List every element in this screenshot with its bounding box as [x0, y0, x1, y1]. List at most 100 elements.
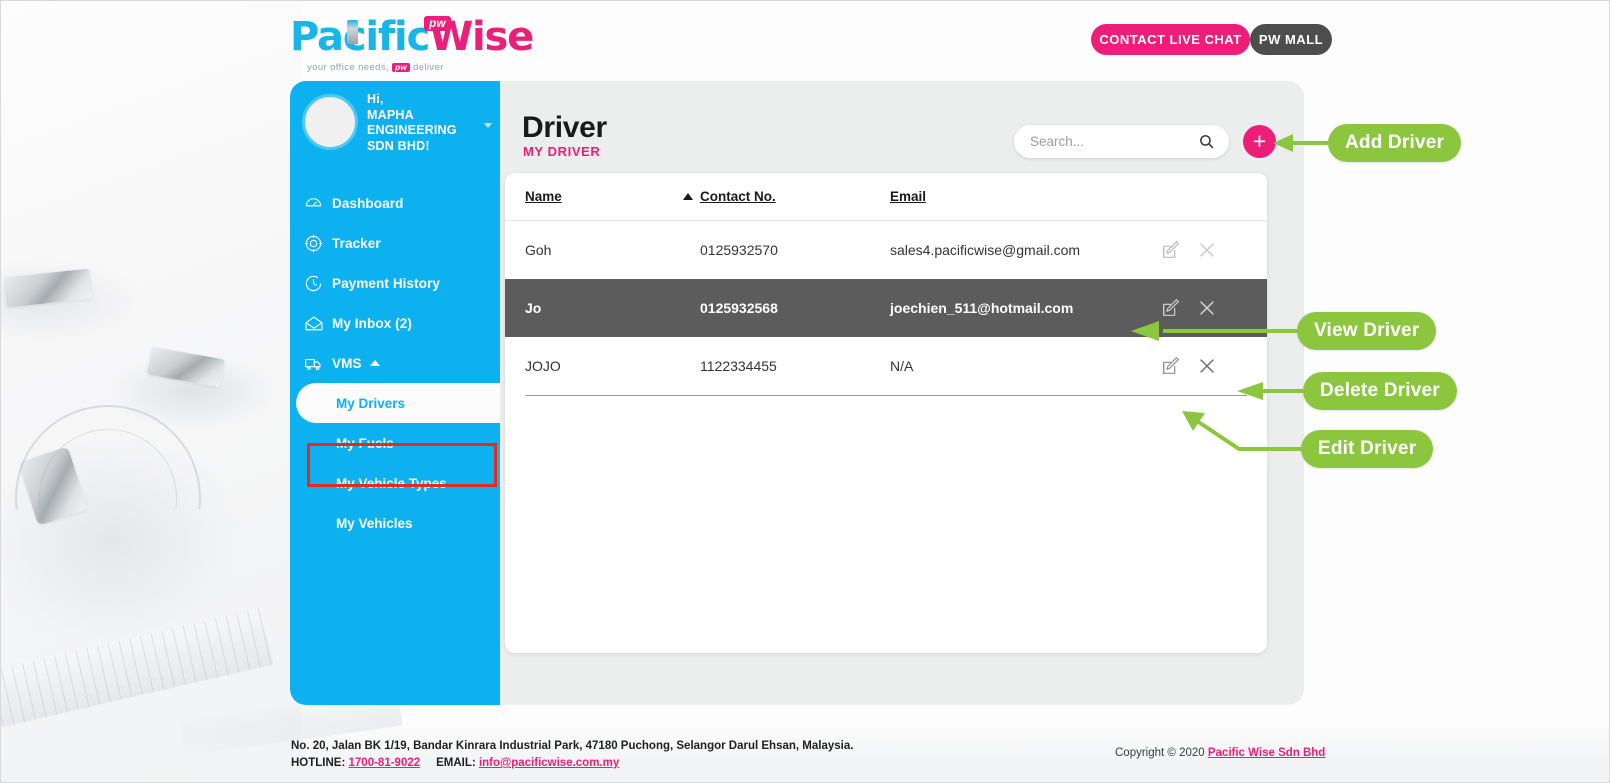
- cell-contact: 0125932570: [700, 242, 778, 258]
- footer-address: No. 20, Jalan BK 1/19, Bandar Kinrara In…: [291, 740, 854, 752]
- sort-asc-icon: [683, 192, 693, 200]
- close-icon[interactable]: [1196, 239, 1218, 261]
- tagline-after: deliver: [413, 62, 444, 73]
- email-label: EMAIL:: [436, 757, 476, 769]
- sidebar-item-tracker[interactable]: Tracker: [290, 223, 500, 263]
- copyright-text: Copyright © 2020: [1115, 747, 1208, 759]
- edit-icon[interactable]: [1160, 239, 1182, 261]
- search-icon[interactable]: [1198, 133, 1215, 155]
- sidebar-item-label: Tracker: [332, 235, 381, 251]
- pencil-icon: [347, 20, 358, 44]
- greeting-line-4: SDN BHD!: [367, 138, 430, 153]
- sidebar-item-my-drivers[interactable]: My Drivers: [296, 383, 500, 423]
- edit-icon[interactable]: [1160, 355, 1182, 377]
- dashboard-icon: [304, 194, 332, 213]
- tracker-icon: [304, 234, 332, 253]
- tagline-pw-badge: pw: [392, 63, 410, 72]
- cell-contact: 0125932568: [700, 300, 778, 316]
- hotline-link[interactable]: 1700-81-9022: [349, 757, 421, 769]
- app-page: PacificWise pw your office needs, pw del…: [0, 0, 1610, 783]
- cell-email: joechien_511@hotmail.com: [890, 300, 1074, 316]
- sidebar-item-my-inbox[interactable]: My Inbox (2): [290, 303, 500, 343]
- content-panel: Driver MY DRIVER + Name: [500, 81, 1304, 705]
- email-link[interactable]: info@pacificwise.com.my: [479, 757, 619, 769]
- sidebar-item-label: Payment History: [332, 275, 441, 291]
- cell-contact: 1122334455: [700, 358, 777, 374]
- sidebar: Hi, MAPHA ENGINEERING SDN BHD! Dashboard: [290, 81, 500, 705]
- table-header-row: Name Contact No. Email: [505, 173, 1267, 221]
- greeting-text: Hi, MAPHA ENGINEERING SDN BHD!: [367, 92, 457, 154]
- search-input[interactable]: [1014, 134, 1184, 149]
- greeting-line-2: MAPHA: [367, 107, 414, 122]
- background-photo: [1, 1, 403, 782]
- contact-live-chat-button[interactable]: CONTACT LIVE CHAT: [1091, 24, 1250, 55]
- edit-icon[interactable]: [1160, 297, 1182, 319]
- copyright-link[interactable]: Pacific Wise Sdn Bhd: [1208, 747, 1325, 759]
- column-header-contact[interactable]: Contact No.: [683, 188, 890, 206]
- truck-icon: [304, 354, 332, 373]
- avatar[interactable]: [302, 94, 358, 150]
- sidebar-item-vms[interactable]: VMS: [290, 343, 500, 383]
- sidebar-item-my-fuels[interactable]: My Fuels: [290, 423, 500, 463]
- pw-mall-button[interactable]: PW MALL: [1250, 24, 1332, 55]
- add-driver-button[interactable]: +: [1243, 125, 1276, 158]
- footer-copyright: Copyright © 2020 Pacific Wise Sdn Bhd: [1115, 747, 1325, 759]
- app-shell: Hi, MAPHA ENGINEERING SDN BHD! Dashboard: [290, 81, 1304, 705]
- sidebar-item-label: VMS: [332, 355, 362, 371]
- drivers-table: Name Contact No. Email Goh 0125932570 sa…: [505, 173, 1267, 653]
- page-title: Driver: [522, 111, 607, 144]
- cell-name: JOJO: [525, 358, 561, 374]
- cell-name: Goh: [525, 242, 552, 258]
- cell-email: N/A: [890, 358, 914, 374]
- chevron-down-icon[interactable]: [484, 123, 492, 128]
- greeting-line-3: ENGINEERING: [367, 123, 457, 137]
- footer-contact-line: HOTLINE: 1700-81-9022 EMAIL: info@pacifi…: [291, 755, 853, 772]
- sidebar-subitem-label: My Drivers: [336, 395, 406, 411]
- table-divider: [525, 395, 1247, 396]
- footer-address-block: No. 20, Jalan BK 1/19, Bandar Kinrara In…: [291, 738, 853, 772]
- close-icon[interactable]: [1196, 297, 1218, 319]
- content-header: Driver MY DRIVER +: [500, 81, 1304, 173]
- sidebar-item-my-vehicles[interactable]: My Vehicles: [290, 503, 500, 543]
- sidebar-subitem-label: My Vehicle Types: [336, 475, 447, 491]
- column-header-name[interactable]: Name: [505, 188, 700, 206]
- table-row[interactable]: Goh 0125932570 sales4.pacificwise@gmail.…: [505, 221, 1267, 279]
- logo-text-pacific: Pacific: [290, 14, 430, 60]
- sidebar-item-payment-history[interactable]: Payment History: [290, 263, 500, 303]
- column-header-email[interactable]: Email: [890, 188, 1160, 206]
- search-box[interactable]: [1014, 125, 1229, 158]
- chevron-up-icon[interactable]: [369, 360, 380, 366]
- table-row[interactable]: JOJO 1122334455 N/A: [505, 337, 1267, 395]
- sidebar-item-my-vehicle-types[interactable]: My Vehicle Types: [290, 463, 500, 503]
- sidebar-nav: Dashboard Tracker Payment History My Inb…: [290, 183, 500, 543]
- callout-edit-driver: Edit Driver: [1301, 430, 1434, 468]
- callout-add-driver: Add Driver: [1328, 124, 1462, 162]
- sidebar-item-dashboard[interactable]: Dashboard: [290, 183, 500, 223]
- close-icon[interactable]: [1196, 355, 1218, 377]
- clock-icon: [304, 274, 332, 293]
- greeting-line-1: Hi,: [367, 92, 384, 106]
- cell-email: sales4.pacificwise@gmail.com: [890, 242, 1081, 258]
- logo-tagline: your office needs, pw deliver: [307, 62, 444, 73]
- top-bar: PacificWise pw your office needs, pw del…: [1, 1, 1609, 79]
- envelope-icon: [304, 314, 332, 333]
- tagline-before: your office needs,: [307, 62, 390, 73]
- footer: No. 20, Jalan BK 1/19, Bandar Kinrara In…: [1, 720, 1609, 782]
- callout-view-driver: View Driver: [1297, 312, 1437, 350]
- decor-protractor: [15, 405, 201, 510]
- site-logo[interactable]: PacificWise pw your office needs, pw del…: [290, 14, 534, 73]
- table-row[interactable]: Jo 0125932568 joechien_511@hotmail.com: [505, 279, 1267, 337]
- sidebar-item-label: My Inbox (2): [332, 315, 412, 331]
- logo-pw-badge: pw: [424, 16, 451, 31]
- hotline-label: HOTLINE:: [291, 757, 346, 769]
- decor-sharpener: [3, 268, 93, 308]
- cell-name: Jo: [525, 300, 542, 316]
- callout-delete-driver: Delete Driver: [1303, 372, 1457, 410]
- cell-actions: [1160, 355, 1260, 377]
- sidebar-item-label: Dashboard: [332, 195, 404, 211]
- page-subtitle: MY DRIVER: [523, 144, 601, 159]
- cell-actions: [1160, 239, 1260, 261]
- cell-actions: [1160, 297, 1260, 319]
- profile-block[interactable]: Hi, MAPHA ENGINEERING SDN BHD!: [290, 81, 500, 179]
- sidebar-subitem-label: My Vehicles: [336, 515, 413, 531]
